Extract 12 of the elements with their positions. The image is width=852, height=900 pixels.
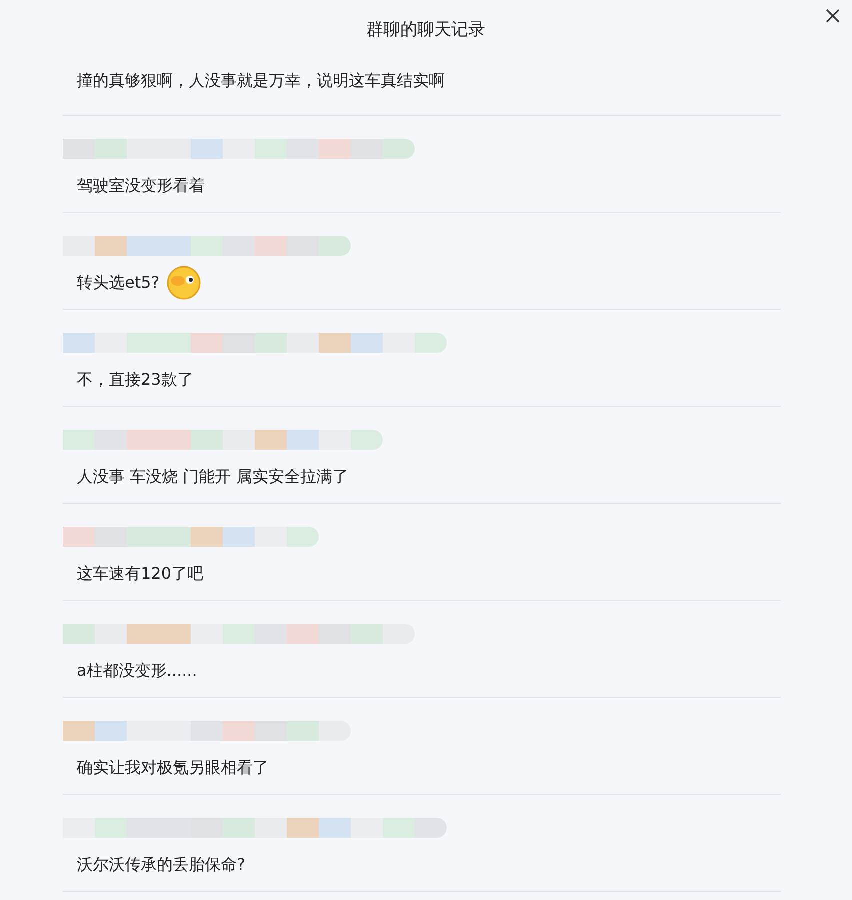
message-text: 人没事 车没烧 门能开 属实安全拉满了 xyxy=(77,466,348,488)
message-text: 转头选et5? xyxy=(77,272,160,294)
window-title: 群聊的聊天记录 xyxy=(366,18,486,40)
emoji-icon xyxy=(166,265,202,301)
message-text: a柱都没变形...... xyxy=(77,660,198,682)
message-text: 这车速有120了吧 xyxy=(77,564,204,584)
message-text: 确实让我对极氪另眼相看了 xyxy=(77,758,269,778)
message-text: 不，直接23款了 xyxy=(77,370,194,390)
message-text: 驾驶室没变形看着 xyxy=(77,176,205,196)
message-text: 沃尔沃传承的丢胎保命? xyxy=(77,854,246,876)
message-text: 撞的真够狠啊，人没事就是万幸，说明这车真结实啊 xyxy=(77,70,445,92)
close-icon[interactable] xyxy=(825,8,841,24)
